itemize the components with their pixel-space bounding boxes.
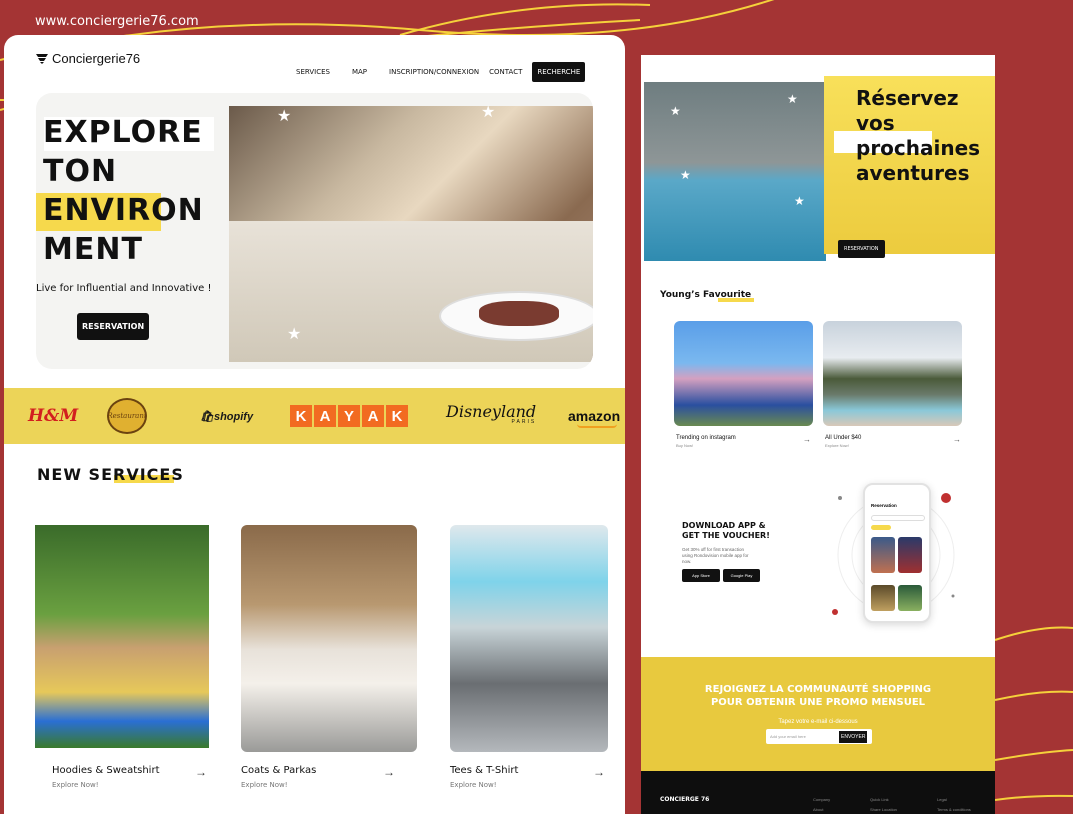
card-name: Tees & T-Shirt — [450, 765, 519, 776]
hero-dinner-image: ★ ★ ★ — [229, 104, 593, 362]
footer: CONCIERGE 76 Company Quick Link Legal Ab… — [641, 771, 995, 814]
adventure-headline: Réservez vos prochaines aventures — [856, 86, 981, 185]
newsletter-title: REJOIGNEZ LA COMMUNAUTÉ SHOPPING POUR OB… — [704, 684, 932, 708]
nav-contact[interactable]: CONTACT — [489, 68, 522, 76]
service-card-hoodies[interactable]: Hoodies & Sweatshirt Explore Now! → — [35, 525, 209, 789]
newsletter-section: REJOIGNEZ LA COMMUNAUTÉ SHOPPING POUR OB… — [641, 657, 995, 771]
footer-link-about[interactable]: About — [813, 807, 823, 812]
fav-card-sub: Explore Now! — [825, 443, 849, 448]
footer-col-quicklink: Quick Link — [870, 797, 889, 802]
nav-services[interactable]: SERVICES — [296, 68, 330, 76]
kids-playground-image — [35, 525, 209, 748]
star-icon: ★ — [787, 92, 798, 106]
star-icon: ★ — [287, 326, 302, 343]
hero-section: EXPLORE TON ENVIRON MENT Live for Influe… — [36, 93, 593, 369]
brand-strip: H&M Restaurant 🛍shopify K A Y A K Disney… — [4, 388, 625, 444]
amazon-logo: amazon — [568, 408, 621, 424]
hm-logo: H&M — [28, 406, 79, 426]
disneyland-logo: Disneyland PARIS — [446, 402, 537, 425]
app-store-button[interactable]: App Store — [682, 569, 720, 582]
search-button[interactable]: RECHERCHE — [532, 62, 586, 82]
card-sub: Explore Now! — [450, 781, 497, 789]
fav-card-name: All Under $40 — [825, 435, 862, 441]
fav-card-name: Trending on instagram — [676, 435, 736, 441]
card-sub: Explore Now! — [52, 781, 99, 789]
arrow-right-icon[interactable]: → — [803, 435, 811, 444]
phone-title: Reservation — [871, 503, 897, 508]
star-icon: ★ — [794, 194, 805, 208]
brand-icon — [36, 53, 48, 64]
footer-brand: CONCIERGE 76 — [660, 796, 710, 803]
right-page-mockup: ★ ★ ★ ★ Réservez vos prochaines aventure… — [641, 55, 995, 814]
google-play-button[interactable]: Google Play — [723, 569, 760, 582]
download-app-title: DOWNLOAD APP & GET THE VOUCHER! — [682, 521, 770, 540]
hotel-room-image — [241, 525, 417, 752]
reservation-button[interactable]: RESERVATION — [77, 313, 150, 340]
card-name: Hoodies & Sweatshirt — [52, 765, 160, 776]
footer-link-terms[interactable]: Terms & conditions — [937, 807, 971, 812]
arrow-right-icon[interactable]: → — [593, 765, 605, 779]
star-icon: ★ — [670, 104, 681, 118]
reservation-button[interactable]: RESERVATION — [838, 240, 885, 258]
site-url: www.conciergerie76.com — [35, 14, 199, 29]
fav-card-sub: Buy Now! — [676, 443, 694, 448]
brand-logo[interactable]: Conciergerie76 — [36, 51, 140, 66]
nav-map[interactable]: MAP — [352, 68, 367, 76]
adventure-banner: Réservez vos prochaines aventures RESERV… — [824, 76, 995, 258]
nav-auth[interactable]: INSCRIPTION/CONNEXION — [389, 68, 479, 76]
service-card-coats[interactable]: Coats & Parkas Explore Now! → — [241, 525, 417, 789]
star-icon: ★ — [680, 168, 691, 182]
footer-link-location[interactable]: Share Location — [870, 807, 897, 812]
spa-pool-image: ★ ★ ★ ★ — [644, 82, 826, 261]
shopping-mall-image — [450, 525, 608, 752]
favourite-title: Young’s Favourite — [660, 290, 752, 300]
top-nav: SERVICES MAP INSCRIPTION/CONNEXION CONTA… — [296, 62, 586, 82]
shopify-logo: 🛍shopify — [200, 410, 254, 423]
service-card-tees[interactable]: Tees & T-Shirt Explore Now! → — [450, 525, 608, 789]
hero-subtitle: Live for Influential and Innovative ! — [36, 283, 212, 294]
star-icon: ★ — [277, 108, 292, 125]
send-button[interactable]: ENVOYER — [839, 731, 868, 743]
arrow-right-icon[interactable]: → — [383, 765, 395, 779]
restaurant-logo: Restaurant — [107, 398, 147, 434]
brand-name: Conciergerie76 — [52, 51, 141, 66]
star-icon: ★ — [481, 104, 496, 121]
hero-title: EXPLORE TON ENVIRON MENT — [43, 115, 204, 267]
arrow-right-icon[interactable]: → — [953, 435, 961, 444]
amazon-smile — [577, 424, 617, 428]
disney-castle-image[interactable] — [674, 321, 813, 426]
footer-col-company: Company — [813, 797, 831, 802]
phone-mockup: Reservation — [863, 483, 931, 623]
kayak-logo: K A Y A K — [290, 405, 408, 427]
footer-col-legal: Legal — [937, 797, 947, 802]
new-services-title: NEW SERVICES — [37, 465, 184, 484]
download-app-subtitle: Get 30% off for first transaction using … — [682, 547, 749, 564]
left-page-mockup: Conciergerie76 SERVICES MAP INSCRIPTION/… — [4, 35, 625, 814]
hot-tub-image[interactable] — [823, 321, 962, 426]
newsletter-subtitle: Tapez votre e-mail ci-dessous — [778, 719, 858, 725]
card-sub: Explore Now! — [241, 781, 288, 789]
arrow-right-icon[interactable]: → — [195, 765, 207, 779]
card-name: Coats & Parkas — [241, 765, 317, 776]
